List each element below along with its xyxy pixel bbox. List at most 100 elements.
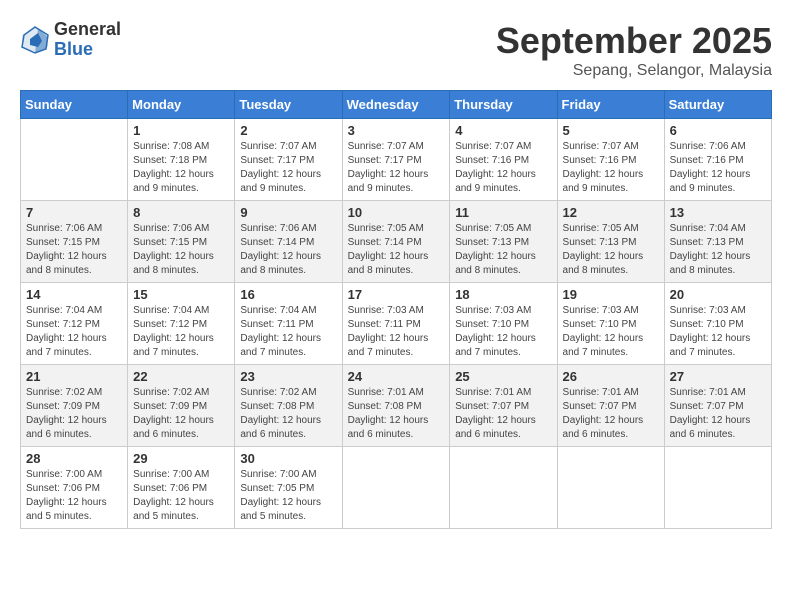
calendar-cell bbox=[342, 447, 450, 529]
calendar-cell: 10Sunrise: 7:05 AMSunset: 7:14 PMDayligh… bbox=[342, 201, 450, 283]
day-number: 10 bbox=[348, 205, 445, 220]
logo-blue: Blue bbox=[54, 40, 121, 60]
calendar-cell: 28Sunrise: 7:00 AMSunset: 7:06 PMDayligh… bbox=[21, 447, 128, 529]
weekday-header-wednesday: Wednesday bbox=[342, 91, 450, 119]
day-number: 18 bbox=[455, 287, 551, 302]
calendar-cell: 25 Sunrise: 7:01 AMSunset: 7:07 PMDayligh… bbox=[450, 365, 557, 447]
calendar-cell: 19 Sunrise: 7:03 AMSunset: 7:10 PMDayligh… bbox=[557, 283, 664, 365]
day-info: Sunrise: 7:00 AMSunset: 7:05 PMDaylight:… bbox=[240, 468, 336, 524]
day-number: 29 bbox=[133, 451, 229, 466]
day-number: 11 bbox=[455, 205, 551, 220]
day-info: Sunrise: 7:04 AMSunset: 7:12 PMDaylight:… bbox=[133, 304, 229, 360]
calendar-cell: 11Sunrise: 7:05 AMSunset: 7:13 PMDayligh… bbox=[450, 201, 557, 283]
weekday-header-row: SundayMondayTuesdayWednesdayThursdayFrid… bbox=[21, 91, 772, 119]
day-info: Sunrise: 7:07 AMSunset: 7:16 PMDaylight:… bbox=[455, 140, 551, 196]
calendar-cell: 8Sunrise: 7:06 AMSunset: 7:15 PMDaylight… bbox=[128, 201, 235, 283]
day-info: Sunrise: 7:07 AMSunset: 7:17 PMDaylight:… bbox=[348, 140, 445, 196]
weekday-header-saturday: Saturday bbox=[664, 91, 771, 119]
day-info: Sunrise: 7:04 AMSunset: 7:11 PMDaylight:… bbox=[240, 304, 336, 360]
day-info: Sunrise: 7:03 AMSunset: 7:10 PMDaylight:… bbox=[455, 304, 551, 360]
weekday-header-thursday: Thursday bbox=[450, 91, 557, 119]
day-info: Sunrise: 7:04 AMSunset: 7:13 PMDaylight:… bbox=[670, 222, 766, 278]
calendar-cell: 4 Sunrise: 7:07 AMSunset: 7:16 PMDaylight… bbox=[450, 119, 557, 201]
weekday-header-monday: Monday bbox=[128, 91, 235, 119]
logo-icon bbox=[20, 25, 50, 55]
day-number: 3 bbox=[348, 123, 445, 138]
day-info: Sunrise: 7:02 AMSunset: 7:09 PMDaylight:… bbox=[133, 386, 229, 442]
day-info: Sunrise: 7:01 AMSunset: 7:07 PMDaylight:… bbox=[670, 386, 766, 442]
calendar-body: 1Sunrise: 7:08 AMSunset: 7:18 PMDaylight… bbox=[21, 119, 772, 529]
calendar-week-2: 7 Sunrise: 7:06 AMSunset: 7:15 PMDaylight… bbox=[21, 201, 772, 283]
calendar-cell: 16 Sunrise: 7:04 AMSunset: 7:11 PMDayligh… bbox=[235, 283, 342, 365]
day-info: Sunrise: 7:03 AMSunset: 7:10 PMDaylight:… bbox=[563, 304, 659, 360]
day-info: Sunrise: 7:01 AMSunset: 7:07 PMDaylight:… bbox=[563, 386, 659, 442]
day-number: 6 bbox=[670, 123, 766, 138]
calendar-table: SundayMondayTuesdayWednesdayThursdayFrid… bbox=[20, 90, 772, 529]
calendar-cell: 13Sunrise: 7:04 AMSunset: 7:13 PMDayligh… bbox=[664, 201, 771, 283]
day-info: Sunrise: 7:00 AMSunset: 7:06 PMDaylight:… bbox=[133, 468, 229, 524]
weekday-header-friday: Friday bbox=[557, 91, 664, 119]
month-title: September 2025 bbox=[496, 20, 772, 62]
calendar-cell: 24Sunrise: 7:01 AMSunset: 7:08 PMDayligh… bbox=[342, 365, 450, 447]
day-info: Sunrise: 7:02 AMSunset: 7:08 PMDaylight:… bbox=[240, 386, 336, 442]
calendar-cell: 15 Sunrise: 7:04 AMSunset: 7:12 PMDayligh… bbox=[128, 283, 235, 365]
calendar-cell: 14 Sunrise: 7:04 AMSunset: 7:12 PMDayligh… bbox=[21, 283, 128, 365]
day-number: 26 bbox=[563, 369, 659, 384]
calendar-cell: 22 Sunrise: 7:02 AMSunset: 7:09 PMDayligh… bbox=[128, 365, 235, 447]
calendar-cell: 7 Sunrise: 7:06 AMSunset: 7:15 PMDaylight… bbox=[21, 201, 128, 283]
calendar-cell: 20Sunrise: 7:03 AMSunset: 7:10 PMDayligh… bbox=[664, 283, 771, 365]
title-area: September 2025 Sepang, Selangor, Malaysi… bbox=[496, 20, 772, 80]
day-number: 7 bbox=[26, 205, 122, 220]
calendar-cell bbox=[450, 447, 557, 529]
day-number: 30 bbox=[240, 451, 336, 466]
day-number: 15 bbox=[133, 287, 229, 302]
day-number: 14 bbox=[26, 287, 122, 302]
logo-general: General bbox=[54, 20, 121, 40]
day-info: Sunrise: 7:01 AMSunset: 7:07 PMDaylight:… bbox=[455, 386, 551, 442]
calendar-cell: 23 Sunrise: 7:02 AMSunset: 7:08 PMDayligh… bbox=[235, 365, 342, 447]
day-info: Sunrise: 7:06 AMSunset: 7:16 PMDaylight:… bbox=[670, 140, 766, 196]
day-number: 12 bbox=[563, 205, 659, 220]
calendar-week-3: 14 Sunrise: 7:04 AMSunset: 7:12 PMDayligh… bbox=[21, 283, 772, 365]
calendar-cell: 3 Sunrise: 7:07 AMSunset: 7:17 PMDaylight… bbox=[342, 119, 450, 201]
page-header: General Blue September 2025 Sepang, Sela… bbox=[20, 20, 772, 80]
day-number: 21 bbox=[26, 369, 122, 384]
day-number: 27 bbox=[670, 369, 766, 384]
day-info: Sunrise: 7:07 AMSunset: 7:16 PMDaylight:… bbox=[563, 140, 659, 196]
day-number: 9 bbox=[240, 205, 336, 220]
calendar-cell: 5Sunrise: 7:07 AMSunset: 7:16 PMDaylight… bbox=[557, 119, 664, 201]
day-number: 28 bbox=[26, 451, 122, 466]
calendar-cell: 17 Sunrise: 7:03 AMSunset: 7:11 PMDayligh… bbox=[342, 283, 450, 365]
day-info: Sunrise: 7:02 AMSunset: 7:09 PMDaylight:… bbox=[26, 386, 122, 442]
day-number: 19 bbox=[563, 287, 659, 302]
day-number: 24 bbox=[348, 369, 445, 384]
day-number: 22 bbox=[133, 369, 229, 384]
day-number: 17 bbox=[348, 287, 445, 302]
logo: General Blue bbox=[20, 20, 121, 60]
calendar-cell bbox=[664, 447, 771, 529]
calendar-week-5: 28 Sunrise: 7:00 AMSunset: 7:06 PMDayligh… bbox=[21, 447, 772, 529]
calendar-cell: 26 Sunrise: 7:01 AMSunset: 7:07 PMDayligh… bbox=[557, 365, 664, 447]
day-number: 8 bbox=[133, 205, 229, 220]
calendar-cell: 21 Sunrise: 7:02 AMSunset: 7:09 PMDayligh… bbox=[21, 365, 128, 447]
calendar-cell: 27 Sunrise: 7:01 AMSunset: 7:07 PMDayligh… bbox=[664, 365, 771, 447]
day-info: Sunrise: 7:06 AMSunset: 7:14 PMDaylight:… bbox=[240, 222, 336, 278]
day-info: Sunrise: 7:03 AMSunset: 7:11 PMDaylight:… bbox=[348, 304, 445, 360]
day-number: 23 bbox=[240, 369, 336, 384]
calendar-cell: 29 Sunrise: 7:00 AMSunset: 7:06 PMDayligh… bbox=[128, 447, 235, 529]
weekday-header-sunday: Sunday bbox=[21, 91, 128, 119]
calendar-cell: 12Sunrise: 7:05 AMSunset: 7:13 PMDayligh… bbox=[557, 201, 664, 283]
calendar-cell: 9 Sunrise: 7:06 AMSunset: 7:14 PMDaylight… bbox=[235, 201, 342, 283]
calendar-week-1: 1Sunrise: 7:08 AMSunset: 7:18 PMDaylight… bbox=[21, 119, 772, 201]
location-title: Sepang, Selangor, Malaysia bbox=[496, 62, 772, 80]
day-number: 4 bbox=[455, 123, 551, 138]
day-info: Sunrise: 7:04 AMSunset: 7:12 PMDaylight:… bbox=[26, 304, 122, 360]
day-number: 16 bbox=[240, 287, 336, 302]
day-info: Sunrise: 7:06 AMSunset: 7:15 PMDaylight:… bbox=[26, 222, 122, 278]
day-info: Sunrise: 7:08 AMSunset: 7:18 PMDaylight:… bbox=[133, 140, 229, 196]
calendar-cell: 30 Sunrise: 7:00 AMSunset: 7:05 PMDayligh… bbox=[235, 447, 342, 529]
day-number: 20 bbox=[670, 287, 766, 302]
calendar-cell bbox=[21, 119, 128, 201]
day-number: 25 bbox=[455, 369, 551, 384]
weekday-header-tuesday: Tuesday bbox=[235, 91, 342, 119]
